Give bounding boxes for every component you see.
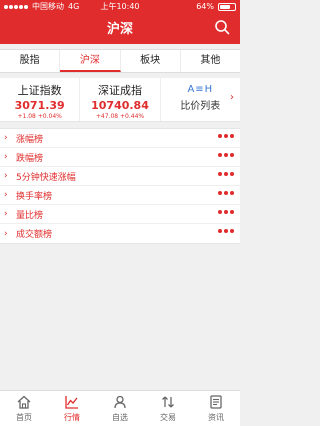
tab-hu-shen[interactable]: 沪深	[60, 50, 121, 72]
chevron-right-icon: ›	[229, 92, 234, 103]
rank-row-volume-ratio[interactable]: › 量比榜	[0, 205, 240, 224]
rank-label: 涨幅榜	[16, 134, 44, 145]
app-root: 中国移动 4G 上午10:40 64% 沪深 股指 沪深 板块 其他 上证指数 …	[0, 0, 240, 426]
battery-percent: 64%	[196, 2, 214, 11]
index-change-pct: +0.44%	[120, 113, 145, 120]
bottom-tab-news[interactable]: 资讯	[192, 391, 240, 426]
chevron-right-icon: ›	[4, 209, 8, 219]
tab-qi-ta[interactable]: 其他	[181, 50, 240, 72]
index-card-shenzhen[interactable]: 深证成指 10740.84 +47.08 +0.44%	[80, 78, 161, 121]
compare-label: 比价列表	[180, 101, 221, 112]
bottom-tab-label: 自选	[112, 413, 128, 422]
news-icon	[210, 395, 222, 409]
rank-row-gain[interactable]: › 涨幅榜	[0, 129, 240, 148]
ah-compare-icon: A≡H	[187, 84, 214, 95]
user-icon	[114, 395, 126, 409]
bottom-tab-label: 首页	[16, 413, 32, 422]
bottom-tab-bar: 首页 行情 自选 交易 资讯	[0, 390, 240, 426]
rank-label: 量比榜	[16, 210, 44, 221]
status-right: 64%	[196, 0, 236, 14]
chevron-right-icon: ›	[4, 171, 8, 181]
index-change-pct: +0.04%	[37, 113, 62, 120]
chevron-right-icon: ›	[4, 228, 8, 239]
bottom-tab-watchlist[interactable]: 自选	[96, 391, 144, 426]
market-tabs: 股指 沪深 板块 其他	[0, 49, 240, 73]
battery-icon	[218, 3, 236, 11]
index-change-abs: +47.08	[95, 113, 119, 120]
bottom-tab-market[interactable]: 行情	[48, 391, 96, 426]
rank-row-5min[interactable]: › 5分钟快速涨幅	[0, 167, 240, 186]
more-icon[interactable]	[218, 229, 234, 233]
chevron-right-icon: ›	[4, 133, 8, 143]
more-icon[interactable]	[218, 172, 234, 176]
page-title: 沪深	[106, 22, 133, 37]
rank-row-loss[interactable]: › 跌幅榜	[0, 148, 240, 167]
rank-list: › 涨幅榜 › 跌幅榜 › 5分钟快速涨幅 › 换手率榜 › 量比榜 › 成交额…	[0, 128, 240, 244]
more-icon[interactable]	[218, 210, 234, 214]
bottom-tab-trade[interactable]: 交易	[144, 391, 192, 426]
bottom-tab-label: 行情	[64, 413, 80, 422]
rank-label: 跌幅榜	[16, 153, 44, 164]
index-value: 10740.84	[91, 99, 149, 112]
index-summary: 上证指数 3071.39 +1.08 +0.04% 深证成指 10740.84 …	[0, 78, 240, 122]
rank-label: 5分钟快速涨幅	[16, 172, 76, 183]
rank-row-amount[interactable]: › 成交额榜	[0, 224, 240, 243]
index-change: +1.08 +0.04%	[0, 113, 79, 120]
tab-ban-kuai[interactable]: 板块	[121, 50, 181, 72]
bottom-tab-home[interactable]: 首页	[0, 391, 48, 426]
more-icon[interactable]	[218, 153, 234, 157]
tab-gu-zhi[interactable]: 股指	[0, 50, 61, 72]
bottom-tab-label: 资讯	[208, 413, 224, 422]
trade-icon	[162, 396, 174, 408]
rank-row-turnover[interactable]: › 换手率榜	[0, 186, 240, 205]
home-icon	[17, 395, 31, 409]
compare-list-button[interactable]: A≡H 比价列表 ›	[161, 78, 240, 121]
index-change-abs: +1.08	[17, 113, 36, 120]
index-name: 深证成指	[97, 84, 142, 97]
status-bar: 中国移动 4G 上午10:40 64%	[0, 0, 240, 14]
index-change: +47.08 +0.44%	[80, 113, 159, 120]
search-icon[interactable]	[214, 19, 230, 35]
chart-icon	[65, 396, 78, 409]
top-bar: 中国移动 4G 上午10:40 64% 沪深	[0, 0, 240, 44]
more-icon[interactable]	[218, 191, 234, 195]
rank-label: 成交额榜	[16, 230, 53, 240]
rank-label: 换手率榜	[16, 191, 53, 202]
index-name: 上证指数	[17, 84, 62, 97]
bottom-tab-label: 交易	[160, 413, 176, 422]
more-icon[interactable]	[218, 134, 234, 138]
chevron-right-icon: ›	[4, 190, 8, 200]
chevron-right-icon: ›	[4, 152, 8, 162]
index-value: 3071.39	[14, 99, 65, 112]
index-card-shanghai[interactable]: 上证指数 3071.39 +1.08 +0.04%	[0, 78, 81, 121]
